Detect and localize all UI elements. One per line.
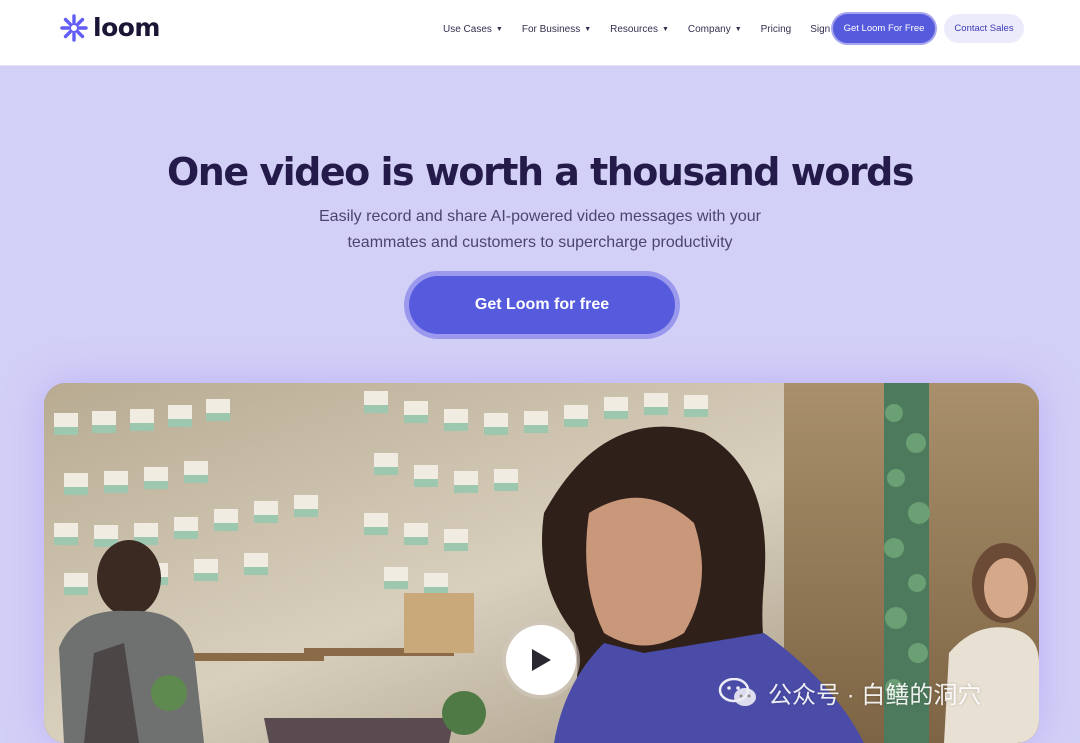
logo-wordmark: loom	[93, 13, 160, 42]
watermark-text: 公众号 · 白鳝的洞穴	[768, 682, 982, 709]
hero-title: One video is worth a thousand words	[166, 150, 915, 194]
chevron-down-icon: ▼	[734, 25, 742, 33]
wechat-icon	[718, 677, 756, 706]
nav-for-business[interactable]: For Business ▼	[522, 24, 591, 35]
chevron-down-icon: ▼	[495, 25, 503, 33]
chevron-down-icon: ▼	[661, 25, 669, 33]
chevron-down-icon: ▼	[584, 25, 592, 33]
loom-logo-icon	[60, 14, 88, 42]
nav-use-cases[interactable]: Use Cases ▼	[443, 24, 503, 35]
site-header: loom Use Cases ▼ For Business ▼ Resource…	[0, 0, 1080, 66]
main-nav: Use Cases ▼ For Business ▼ Resources ▼ C…	[443, 0, 860, 58]
loom-logo[interactable]: loom	[60, 14, 160, 42]
nav-resources-label: Resources	[610, 23, 658, 35]
hero-subtitle-line: Easily record and share AI-powered video…	[319, 208, 761, 225]
watermark: 公众号 · 白鳝的洞穴	[718, 675, 981, 710]
nav-company-label: Company	[687, 23, 731, 35]
get-loom-cta-button[interactable]: Get Loom for free	[404, 271, 680, 339]
contact-sales-button[interactable]: Contact Sales	[944, 14, 1024, 43]
get-loom-header-button[interactable]: Get Loom For Free	[833, 14, 935, 43]
nav-company[interactable]: Company ▼	[688, 24, 742, 35]
hero-subtitle: Easily record and share AI-powered video…	[290, 204, 790, 256]
nav-pricing-label: Pricing	[760, 23, 792, 35]
play-icon	[532, 649, 551, 671]
get-loom-cta-label: Get Loom for free	[409, 276, 675, 334]
play-button[interactable]	[502, 621, 580, 699]
nav-pricing[interactable]: Pricing	[761, 24, 792, 35]
nav-resources[interactable]: Resources ▼	[610, 24, 669, 35]
play-button-inner	[506, 625, 576, 695]
nav-for-business-label: For Business	[521, 23, 581, 35]
hero-subtitle-line: teammates and customers to supercharge p…	[347, 234, 733, 251]
nav-use-cases-label: Use Cases	[443, 23, 492, 35]
